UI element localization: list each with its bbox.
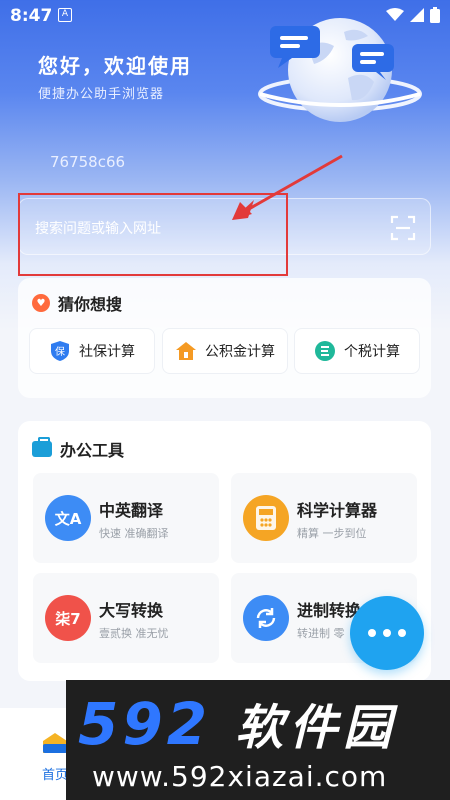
tool-translate[interactable]: 文A 中英翻译 快速 准确翻译 bbox=[33, 473, 219, 563]
tool-title: 科学计算器 bbox=[297, 501, 378, 520]
toolbox-icon bbox=[32, 437, 52, 457]
house-icon bbox=[175, 340, 197, 362]
translate-icon: 文A bbox=[45, 495, 91, 541]
tool-subtitle: 壹贰换 准无忧 bbox=[99, 627, 169, 640]
tool-subtitle: 转进制 零 bbox=[297, 627, 345, 640]
more-fab-button[interactable] bbox=[350, 596, 424, 670]
convert-icon bbox=[243, 595, 289, 641]
scan-icon[interactable] bbox=[390, 215, 416, 241]
watermark-banner: 592 软件园 www.592xiazai.com bbox=[66, 680, 450, 800]
watermark-url: www.592xiazai.com bbox=[92, 760, 388, 793]
uppercase-icon: 柒7 bbox=[45, 595, 91, 641]
tools-section-title: 办公工具 bbox=[60, 441, 125, 460]
calculator-icon bbox=[243, 495, 289, 541]
tool-uppercase[interactable]: 柒7 大写转换 壹贰换 准无忧 bbox=[33, 573, 219, 663]
tool-title: 进制转换 bbox=[297, 601, 362, 620]
dot-icon bbox=[398, 629, 406, 637]
guess-section-title: 猜你想搜 bbox=[58, 295, 123, 314]
chip-label: 社保计算 bbox=[79, 344, 135, 360]
tool-subtitle: 快速 准确翻译 bbox=[99, 527, 169, 540]
tax-icon bbox=[314, 340, 336, 362]
shield-icon: 保 bbox=[49, 340, 71, 362]
device-id: 76758c66 bbox=[50, 153, 126, 171]
tool-title: 中英翻译 bbox=[99, 501, 164, 520]
chip-housing-fund[interactable]: 公积金计算 bbox=[162, 328, 288, 374]
tool-calculator[interactable]: 科学计算器 精算 一步到位 bbox=[231, 473, 417, 563]
status-time: 8:47 bbox=[10, 6, 53, 26]
home-icon[interactable] bbox=[42, 732, 68, 754]
sim-icon: A bbox=[58, 8, 72, 22]
heart-icon: ♥ bbox=[32, 294, 50, 312]
chip-label: 个税计算 bbox=[344, 344, 400, 360]
greeting-title: 您好，欢迎使用 bbox=[38, 54, 192, 78]
greeting-subtitle: 便捷办公助手浏览器 bbox=[38, 87, 165, 102]
dot-icon bbox=[368, 629, 376, 637]
globe-illustration bbox=[258, 18, 422, 122]
svg-text:保: 保 bbox=[55, 345, 65, 358]
guess-section-card: ♥ 猜你想搜 保 社保计算 公积金计算 个税计算 bbox=[18, 278, 431, 398]
watermark-brand-cn: 软件园 bbox=[235, 700, 398, 756]
nav-home-label[interactable]: 首页 bbox=[42, 764, 68, 783]
chip-label: 公积金计算 bbox=[205, 344, 275, 360]
watermark-brand: 592 bbox=[78, 690, 212, 758]
battery-icon bbox=[430, 7, 440, 23]
chip-social-security[interactable]: 保 社保计算 bbox=[29, 328, 155, 374]
dot-icon bbox=[383, 629, 391, 637]
tool-subtitle: 精算 一步到位 bbox=[297, 527, 367, 540]
chip-income-tax[interactable]: 个税计算 bbox=[294, 328, 420, 374]
annotation-arrow bbox=[232, 154, 343, 220]
tool-title: 大写转换 bbox=[99, 601, 164, 620]
